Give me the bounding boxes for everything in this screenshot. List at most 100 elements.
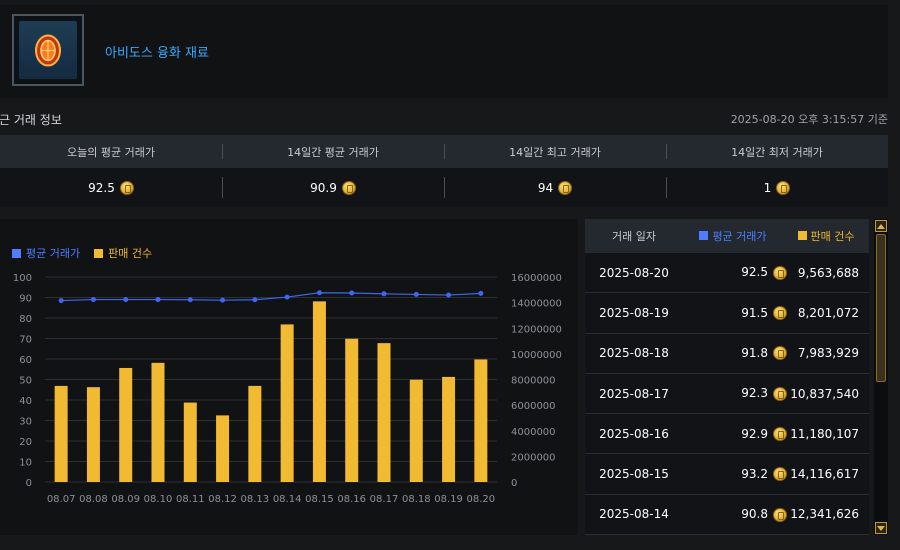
sales-bar bbox=[183, 402, 197, 482]
row-sales-count: 11,180,107 bbox=[790, 426, 859, 441]
table-row: 2025-08-15 93.2 14,116,617 bbox=[585, 454, 869, 495]
legend-count-label: 판매 건수 bbox=[108, 247, 153, 260]
sales-bar bbox=[280, 324, 294, 482]
y-right-tick-label: 10000000 bbox=[511, 350, 562, 361]
x-tick-label: 08.14 bbox=[273, 494, 302, 505]
y-left-tick-label: 90 bbox=[19, 294, 32, 305]
y-left-tick-label: 100 bbox=[13, 273, 32, 284]
summary-14d-min: 1 bbox=[666, 168, 888, 207]
row-date: 2025-08-16 bbox=[599, 426, 669, 441]
gold-coin-icon bbox=[776, 180, 791, 195]
header-count-swatch bbox=[797, 231, 807, 240]
gold-coin-icon bbox=[773, 507, 787, 522]
sales-bar bbox=[86, 387, 100, 482]
avg-price-point bbox=[123, 297, 129, 303]
summary-header-14d-max: 14일간 최고 거래가 bbox=[444, 135, 666, 168]
summary-14d-avg-value: 90.9 bbox=[310, 180, 337, 195]
gold-coin-icon bbox=[773, 467, 787, 482]
y-right-tick-label: 0 bbox=[511, 478, 517, 489]
avg-price-point bbox=[349, 290, 355, 296]
y-left-tick-label: 30 bbox=[19, 417, 32, 428]
y-right-tick-label: 6000000 bbox=[511, 401, 556, 412]
avg-price-point bbox=[155, 297, 161, 303]
summary-14d-max-value: 94 bbox=[537, 180, 554, 195]
avg-price-point bbox=[58, 298, 64, 304]
x-tick-label: 08.09 bbox=[111, 494, 140, 505]
summary-14d-min-value: 1 bbox=[763, 180, 772, 195]
row-avg-price: 92.3 bbox=[683, 386, 787, 401]
summary-header-row: 오늘의 평균 거래가 14일간 평균 거래가 14일간 최고 거래가 14일간 … bbox=[0, 135, 888, 168]
legend-avg-label: 평균 거래가 bbox=[26, 247, 81, 260]
y-left-tick-label: 10 bbox=[19, 458, 32, 469]
scroll-down-button[interactable] bbox=[875, 522, 887, 534]
summary-today-avg: 92.5 bbox=[0, 168, 222, 207]
scroll-up-button[interactable] bbox=[875, 220, 887, 232]
table-row: 2025-08-18 91.8 7,983,929 bbox=[585, 334, 869, 374]
gold-coin-icon bbox=[773, 265, 787, 280]
table-row: 2025-08-14 90.8 12,341,626 bbox=[585, 495, 869, 535]
sales-bar bbox=[377, 343, 391, 482]
gold-coin-icon bbox=[773, 386, 787, 401]
scroll-thumb[interactable] bbox=[876, 234, 886, 382]
table-row: 2025-08-17 92.3 10,837,540 bbox=[585, 374, 869, 415]
section-title: 최근 거래 정보 bbox=[0, 113, 62, 127]
row-date: 2025-08-20 bbox=[599, 265, 669, 280]
history-header-row: 거래 일자 평균 거래가 판매 건수 bbox=[585, 219, 869, 253]
summary-header-14d-avg: 14일간 평균 거래가 bbox=[222, 135, 444, 168]
gold-coin-icon bbox=[773, 427, 787, 442]
sales-bar bbox=[409, 379, 423, 482]
avg-price-point bbox=[252, 297, 258, 303]
row-avg-price: 92.5 bbox=[683, 265, 787, 280]
history-header-count: 판매 건수 bbox=[783, 228, 869, 244]
legend-count-swatch bbox=[94, 248, 104, 258]
history-header-count-label: 판매 건수 bbox=[810, 230, 855, 243]
avg-price-point bbox=[90, 297, 96, 303]
gold-coin-icon bbox=[341, 180, 356, 195]
y-left-tick-label: 0 bbox=[26, 478, 32, 489]
sales-bar bbox=[119, 367, 133, 482]
legend-avg[interactable]: 평균 거래가 bbox=[12, 245, 80, 261]
row-avg-value: 93.2 bbox=[741, 466, 768, 481]
row-avg-value: 91.5 bbox=[741, 305, 768, 320]
table-row: 2025-08-16 92.9 11,180,107 bbox=[585, 414, 869, 455]
history-rows: 2025-08-20 92.5 9,563,688 2025-08-19 91.5 8,2… bbox=[585, 253, 869, 535]
price-summary-table: 오늘의 평균 거래가 14일간 평균 거래가 14일간 최고 거래가 14일간 … bbox=[0, 135, 888, 207]
chart-legend: 평균 거래가 판매 건수 bbox=[12, 245, 152, 261]
x-tick-label: 08.11 bbox=[176, 494, 205, 505]
sales-bar bbox=[312, 301, 326, 482]
summary-value-row: 92.5 90.9 94 1 bbox=[0, 168, 888, 207]
y-left-tick-label: 20 bbox=[19, 437, 32, 448]
row-avg-price: 91.8 bbox=[683, 346, 787, 361]
x-tick-label: 08.17 bbox=[370, 494, 399, 505]
row-sales-count: 7,983,929 bbox=[797, 346, 859, 361]
row-avg-value: 90.8 bbox=[741, 507, 768, 522]
avg-price-point bbox=[413, 291, 419, 297]
row-sales-count: 9,563,688 bbox=[797, 265, 859, 280]
y-left-tick-label: 70 bbox=[19, 335, 32, 346]
legend-count[interactable]: 판매 건수 bbox=[94, 245, 152, 261]
gold-coin-icon bbox=[773, 306, 787, 321]
history-scrollbar[interactable] bbox=[874, 219, 888, 535]
avg-price-point bbox=[220, 297, 226, 303]
x-tick-label: 08.10 bbox=[144, 494, 173, 505]
fusion-material-icon bbox=[35, 34, 61, 67]
sales-bar bbox=[474, 359, 488, 482]
table-row: 2025-08-19 91.5 8,201,072 bbox=[585, 293, 869, 334]
row-avg-price: 90.8 bbox=[683, 507, 787, 522]
avg-price-point bbox=[381, 291, 387, 297]
y-left-tick-label: 50 bbox=[19, 376, 32, 387]
row-avg-value: 92.9 bbox=[741, 426, 768, 441]
sales-bar bbox=[54, 385, 68, 482]
row-avg-value: 91.8 bbox=[741, 345, 768, 360]
y-right-tick-label: 14000000 bbox=[511, 299, 562, 310]
row-avg-value: 92.3 bbox=[741, 386, 768, 401]
avg-price-point bbox=[446, 292, 452, 298]
sales-bar bbox=[442, 376, 456, 482]
gold-coin-icon bbox=[119, 180, 134, 195]
avg-price-point bbox=[478, 290, 484, 296]
row-sales-count: 10,837,540 bbox=[790, 386, 859, 401]
gold-coin-icon bbox=[558, 180, 573, 195]
y-right-tick-label: 12000000 bbox=[511, 324, 562, 335]
x-tick-label: 08.20 bbox=[467, 494, 496, 505]
row-date: 2025-08-17 bbox=[599, 386, 669, 401]
